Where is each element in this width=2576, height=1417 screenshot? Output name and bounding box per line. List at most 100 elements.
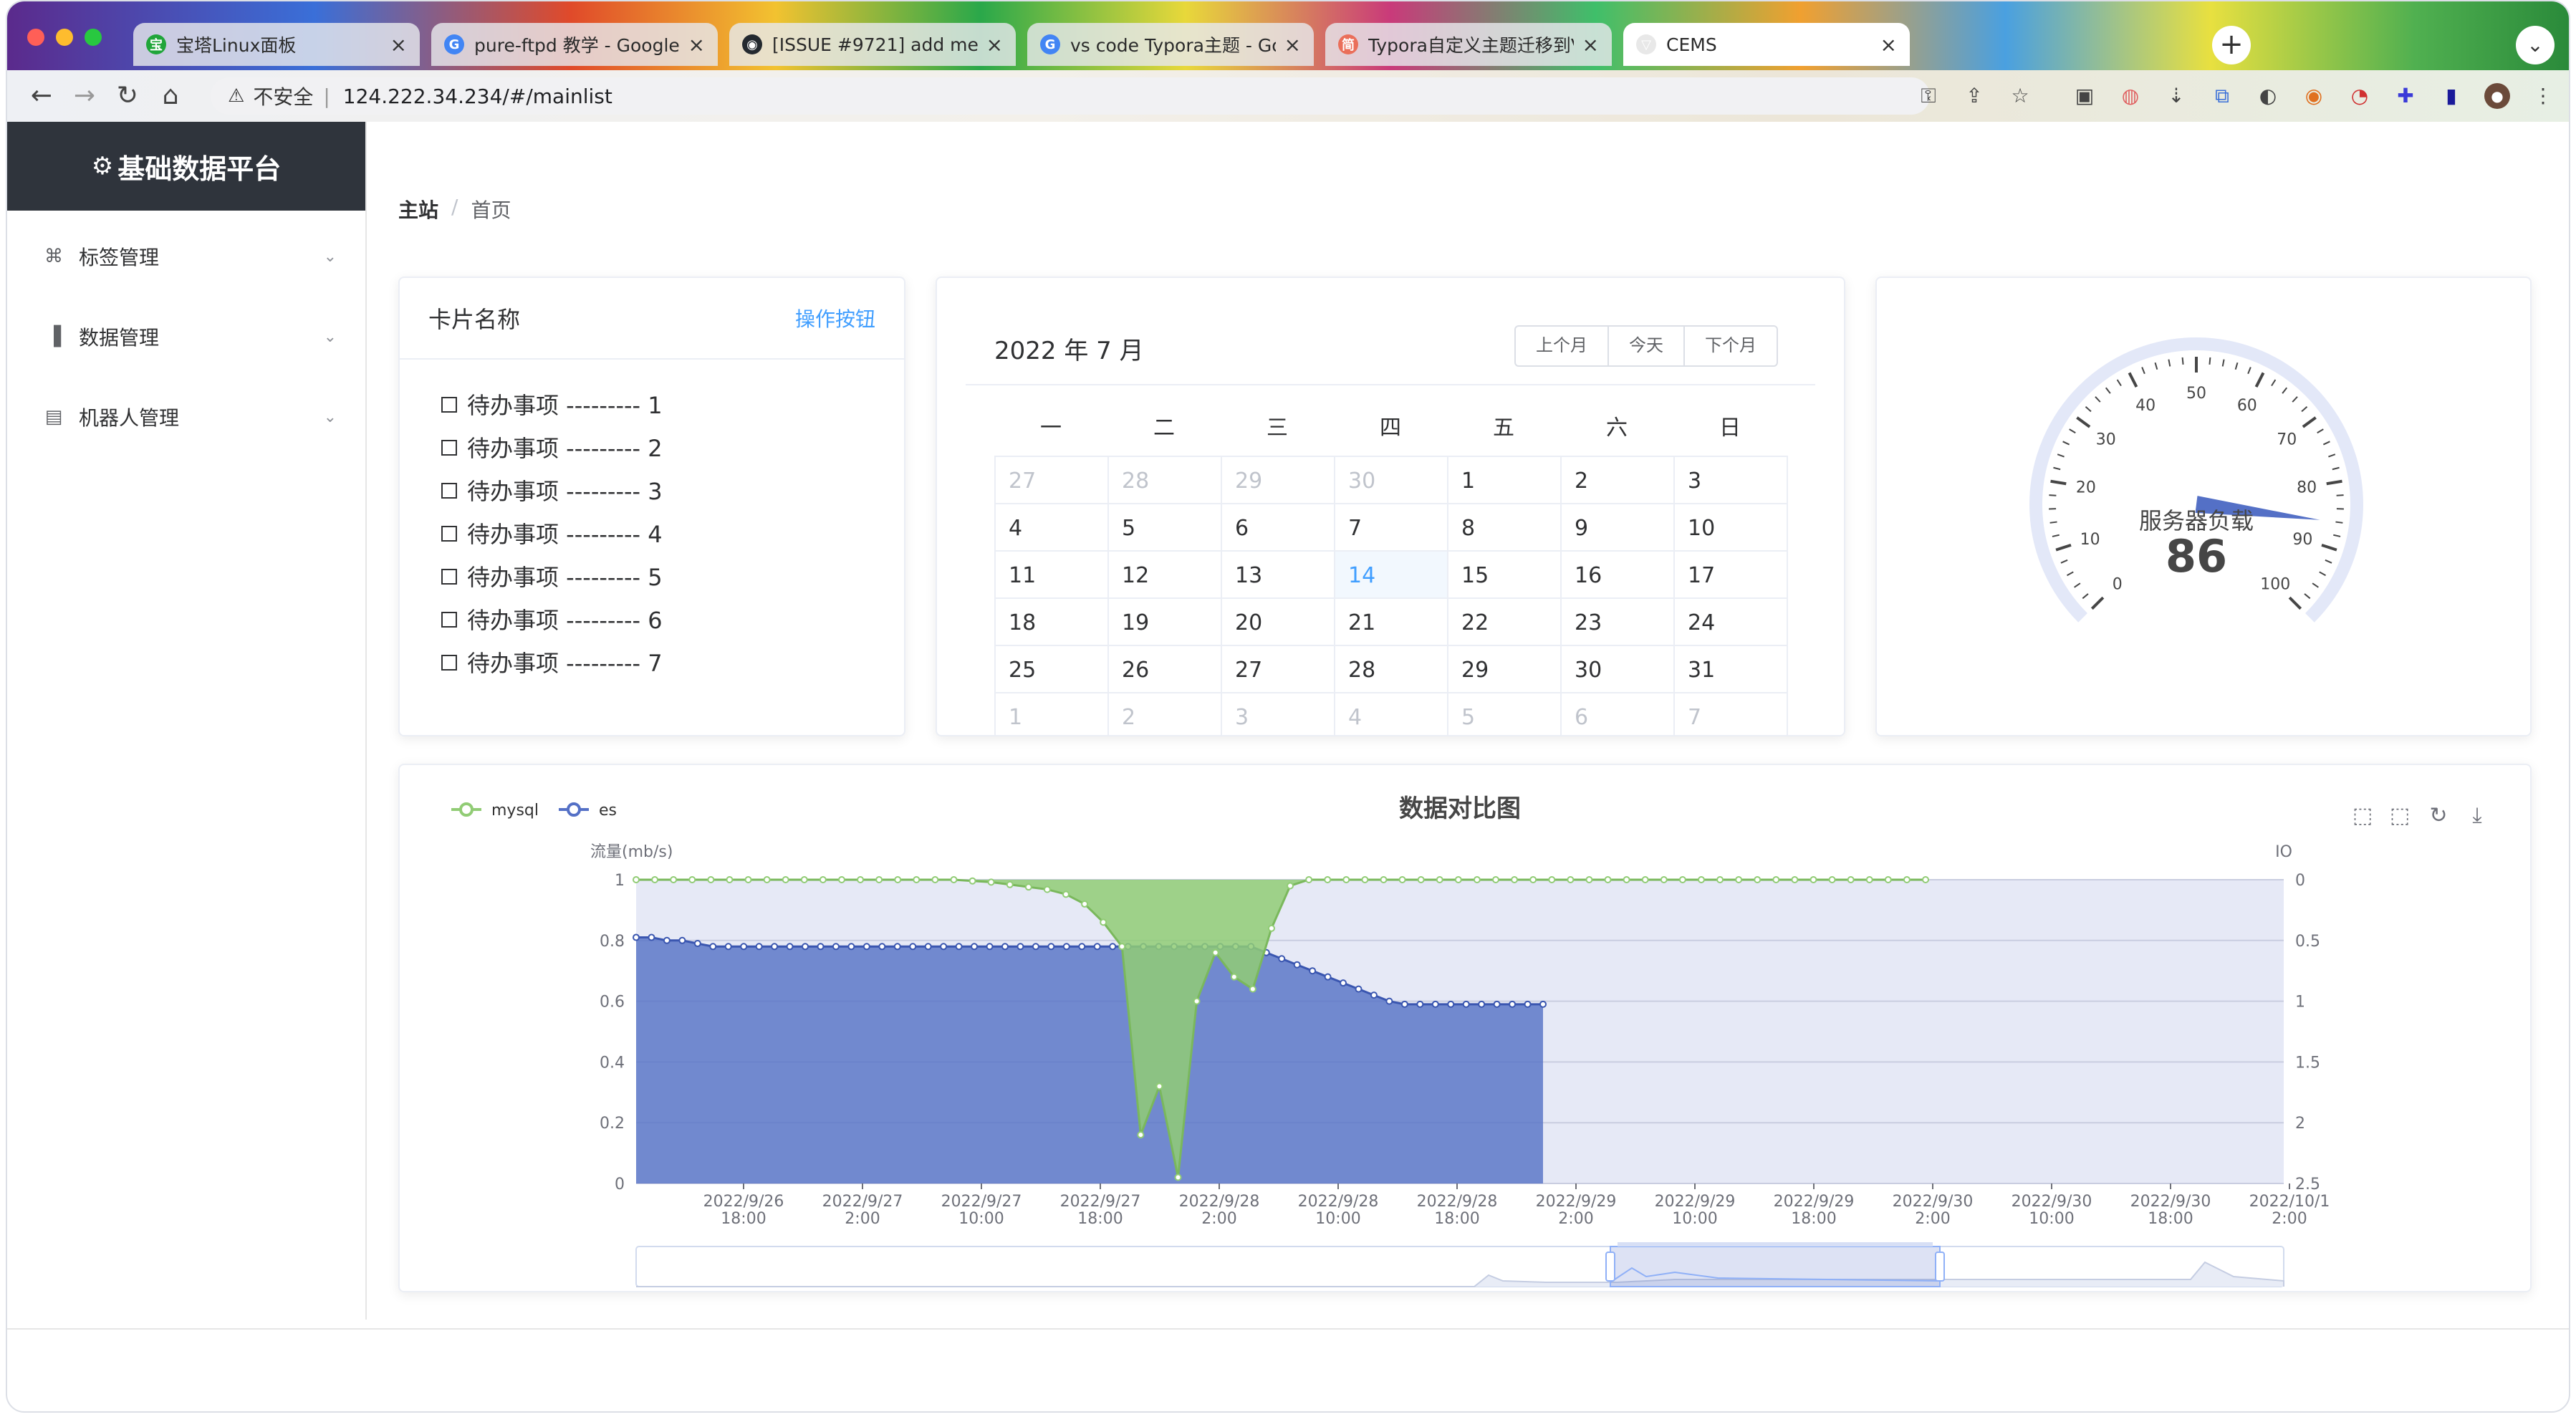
close-tab-icon[interactable]: × [1284,33,1301,57]
calendar-day[interactable]: 31 [1675,646,1788,693]
calendar-day[interactable]: 7 [1675,693,1788,735]
data-zoom-handle[interactable] [1605,1252,1615,1282]
todo-item[interactable]: 待办事项 --------- 7 [441,642,904,685]
extension-dark-icon[interactable]: ◐ [2255,83,2281,109]
checkbox-icon[interactable] [441,526,457,542]
new-tab-button[interactable]: + [2212,26,2251,64]
key-icon[interactable]: ⚿ [1916,83,1941,109]
calendar-day[interactable]: 19 [1109,599,1222,646]
calendar-day[interactable]: 25 [996,646,1109,693]
calendar-day[interactable]: 28 [1335,646,1448,693]
download-arrow-icon[interactable]: ⇣ [2163,83,2189,109]
zoom-icon[interactable]: ⬚ [2352,803,2373,828]
calendar-day[interactable]: 6 [1562,693,1675,735]
todo-item[interactable]: 待办事项 --------- 5 [441,556,904,599]
calendar-day[interactable]: 18 [996,599,1109,646]
breadcrumb-root[interactable]: 主站 [398,195,438,224]
todo-item[interactable]: 待办事项 --------- 3 [441,470,904,513]
todo-item[interactable]: 待办事项 --------- 2 [441,427,904,470]
close-tab-icon[interactable]: × [1880,33,1897,57]
calendar-day[interactable]: 8 [1448,504,1562,552]
calendar-day[interactable]: 6 [1222,504,1335,552]
close-window-button[interactable] [27,29,44,46]
calendar-day[interactable]: 15 [1448,552,1562,599]
close-tab-icon[interactable]: × [986,33,1003,57]
data-zoom-handle[interactable] [1935,1252,1945,1282]
calendar-day[interactable]: 1 [996,693,1109,735]
more-menu-icon[interactable]: ⋮ [2530,83,2556,109]
checkbox-icon[interactable] [441,483,457,499]
browser-tab[interactable]: 简 Typora自定义主题迁移到VS Co × [1325,23,1612,66]
calendar-day[interactable]: 24 [1675,599,1788,646]
calendar-day-today[interactable]: 14 [1335,552,1448,599]
calendar-day[interactable]: 1 [1448,457,1562,504]
calendar-day[interactable]: 27 [996,457,1109,504]
forward-arrow-icon[interactable]: → [69,80,100,112]
browser-tab[interactable]: 宝宝塔Linux面板 × [133,23,420,66]
back-arrow-icon[interactable]: ← [26,80,57,112]
calendar-day[interactable]: 29 [1448,646,1562,693]
calendar-day[interactable]: 21 [1335,599,1448,646]
calendar-day[interactable]: 11 [996,552,1109,599]
sidebar-toggle-icon[interactable]: ▮ [2438,83,2464,109]
browser-tab[interactable]: Gvs code Typora主题 - Google 搜 × [1027,23,1314,66]
checkbox-icon[interactable] [441,397,457,413]
reload-icon[interactable]: ↻ [112,80,143,112]
calendar-day[interactable]: 30 [1335,457,1448,504]
extension-orange-icon[interactable]: ◉ [2301,83,2327,109]
calendar-day[interactable]: 4 [1335,693,1448,735]
extension-red-icon[interactable]: ◍ [2118,83,2143,109]
checkbox-icon[interactable] [441,612,457,628]
close-tab-icon[interactable]: × [688,33,705,57]
checkbox-icon[interactable] [441,655,457,671]
share-icon[interactable]: ⇪ [1961,83,1987,109]
puzzle-extensions-icon[interactable]: ✚ [2393,83,2418,109]
download-icon[interactable]: ⤓ [2472,803,2481,828]
tab-search-chevron-icon[interactable]: ⌄ [2516,26,2555,64]
calendar-day[interactable]: 3 [1675,457,1788,504]
checkbox-icon[interactable] [441,440,457,456]
calendar-day[interactable]: 12 [1109,552,1222,599]
today-button[interactable]: 今天 [1609,327,1685,365]
zoom-reset-icon[interactable]: ⬚ [2390,803,2410,828]
calendar-day[interactable]: 27 [1222,646,1335,693]
sidebar-item-robots[interactable]: ▤ 机器人管理 ⌄ [7,377,365,457]
minimize-window-button[interactable] [56,29,73,46]
next-month-button[interactable]: 下个月 [1685,327,1777,365]
calendar-day[interactable]: 26 [1109,646,1222,693]
calendar-day[interactable]: 5 [1109,504,1222,552]
calendar-day[interactable]: 7 [1335,504,1448,552]
calendar-day[interactable]: 16 [1562,552,1675,599]
address-bar[interactable]: ⚠ 不安全 | 124.222.34.234/#/mainlist [211,77,1930,115]
extension-reader-icon[interactable]: ▣ [2072,83,2097,109]
calendar-day[interactable]: 22 [1448,599,1562,646]
card-action-button[interactable]: 操作按钮 [795,304,875,332]
star-bookmark-icon[interactable]: ☆ [2007,83,2033,109]
calendar-day[interactable]: 28 [1109,457,1222,504]
sidebar-item-data[interactable]: ▐ 数据管理 ⌄ [7,297,365,377]
calendar-day[interactable]: 29 [1222,457,1335,504]
calendar-day[interactable]: 9 [1562,504,1675,552]
browser-tab[interactable]: ▽ CEMS × [1623,23,1910,66]
browser-tab[interactable]: Gpure-ftpd 教学 - Google 搜索 × [431,23,718,66]
calendar-day[interactable]: 23 [1562,599,1675,646]
close-tab-icon[interactable]: × [390,33,407,57]
sidebar-item-tags[interactable]: ⌘ 标签管理 ⌄ [7,216,365,297]
profile-avatar-icon[interactable]: ● [2484,83,2510,109]
todo-item[interactable]: 待办事项 --------- 1 [441,384,904,427]
checkbox-icon[interactable] [441,569,457,585]
browser-tab[interactable]: ◉ [ISSUE #9721] add memory lim × [729,23,1016,66]
calendar-day[interactable]: 20 [1222,599,1335,646]
todo-item[interactable]: 待办事项 --------- 4 [441,513,904,556]
refresh-icon[interactable]: ↻ [2429,803,2447,828]
close-tab-icon[interactable]: × [1582,33,1599,57]
prev-month-button[interactable]: 上个月 [1516,327,1609,365]
calendar-day[interactable]: 13 [1222,552,1335,599]
calendar-day[interactable]: 2 [1562,457,1675,504]
calendar-day[interactable]: 17 [1675,552,1788,599]
calendar-day[interactable]: 10 [1675,504,1788,552]
calendar-day[interactable]: 3 [1222,693,1335,735]
calendar-day[interactable]: 4 [996,504,1109,552]
calendar-day[interactable]: 5 [1448,693,1562,735]
calendar-day[interactable]: 2 [1109,693,1222,735]
